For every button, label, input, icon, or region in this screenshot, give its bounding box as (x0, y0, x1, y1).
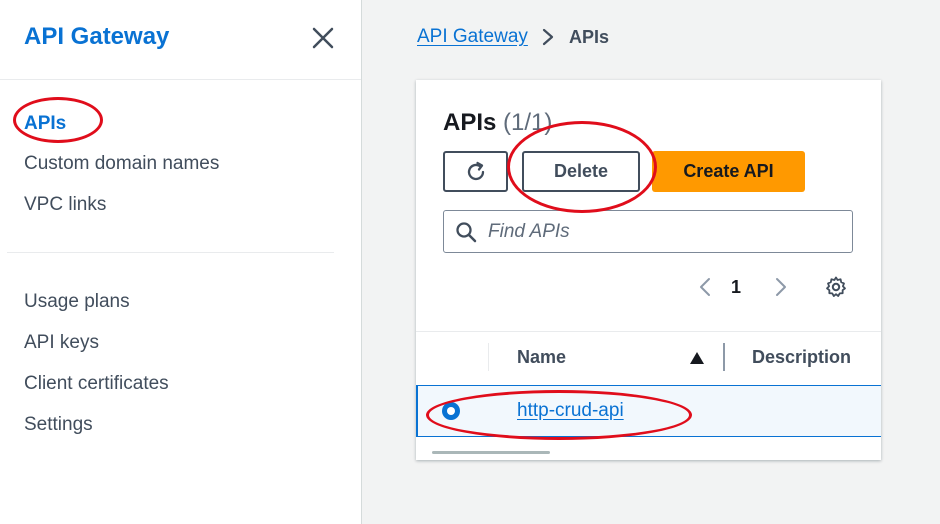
create-api-button[interactable]: Create API (652, 151, 805, 192)
sidebar-item-custom-domain-names[interactable]: Custom domain names (24, 153, 219, 175)
sidebar-item-client-certificates[interactable]: Client certificates (24, 373, 169, 395)
sidebar-item-apis[interactable]: APIs (24, 113, 66, 135)
sidebar-title[interactable]: API Gateway (24, 23, 169, 51)
refresh-icon (467, 161, 484, 180)
search-input[interactable] (488, 219, 838, 245)
sidebar: API Gateway APIs Custom domain names VPC… (0, 0, 362, 524)
apis-panel: APIs (1/1) Delete Create API 1 (416, 80, 881, 460)
search-field[interactable] (443, 210, 853, 253)
sidebar-item-api-keys[interactable]: API keys (24, 332, 99, 354)
gear-icon[interactable] (824, 275, 848, 299)
panel-title-text: APIs (443, 109, 497, 136)
close-icon[interactable] (309, 24, 337, 52)
sidebar-divider (7, 252, 334, 253)
breadcrumb-current: APIs (569, 27, 610, 47)
sidebar-item-vpc-links[interactable]: VPC links (24, 194, 106, 216)
chevron-left-icon[interactable] (697, 275, 713, 299)
column-divider (488, 343, 489, 371)
sort-ascending-icon[interactable] (689, 351, 705, 365)
column-header-name[interactable]: Name (517, 347, 566, 368)
sidebar-header: API Gateway (0, 0, 361, 80)
sidebar-item-settings[interactable]: Settings (24, 414, 93, 436)
sidebar-item-usage-plans[interactable]: Usage plans (24, 291, 130, 313)
refresh-button[interactable] (443, 151, 508, 192)
api-name-link[interactable]: http-crud-api (517, 400, 624, 422)
chevron-right-icon (542, 28, 554, 46)
column-resizer[interactable] (723, 343, 725, 371)
row-radio-selected[interactable] (442, 402, 460, 420)
delete-button[interactable]: Delete (522, 151, 640, 192)
main-content: API Gateway APIs APIs (1/1) Delete Creat… (362, 0, 940, 524)
search-icon (456, 222, 477, 243)
panel-title: APIs (1/1) (443, 109, 552, 137)
chevron-right-icon[interactable] (773, 275, 789, 299)
horizontal-scrollbar[interactable] (432, 451, 550, 454)
page-number[interactable]: 1 (731, 277, 741, 298)
column-header-description[interactable]: Description (752, 347, 851, 368)
panel-count: (1/1) (503, 109, 553, 136)
breadcrumb-link-api-gateway[interactable]: API Gateway (417, 26, 528, 48)
table-row[interactable] (416, 385, 881, 437)
